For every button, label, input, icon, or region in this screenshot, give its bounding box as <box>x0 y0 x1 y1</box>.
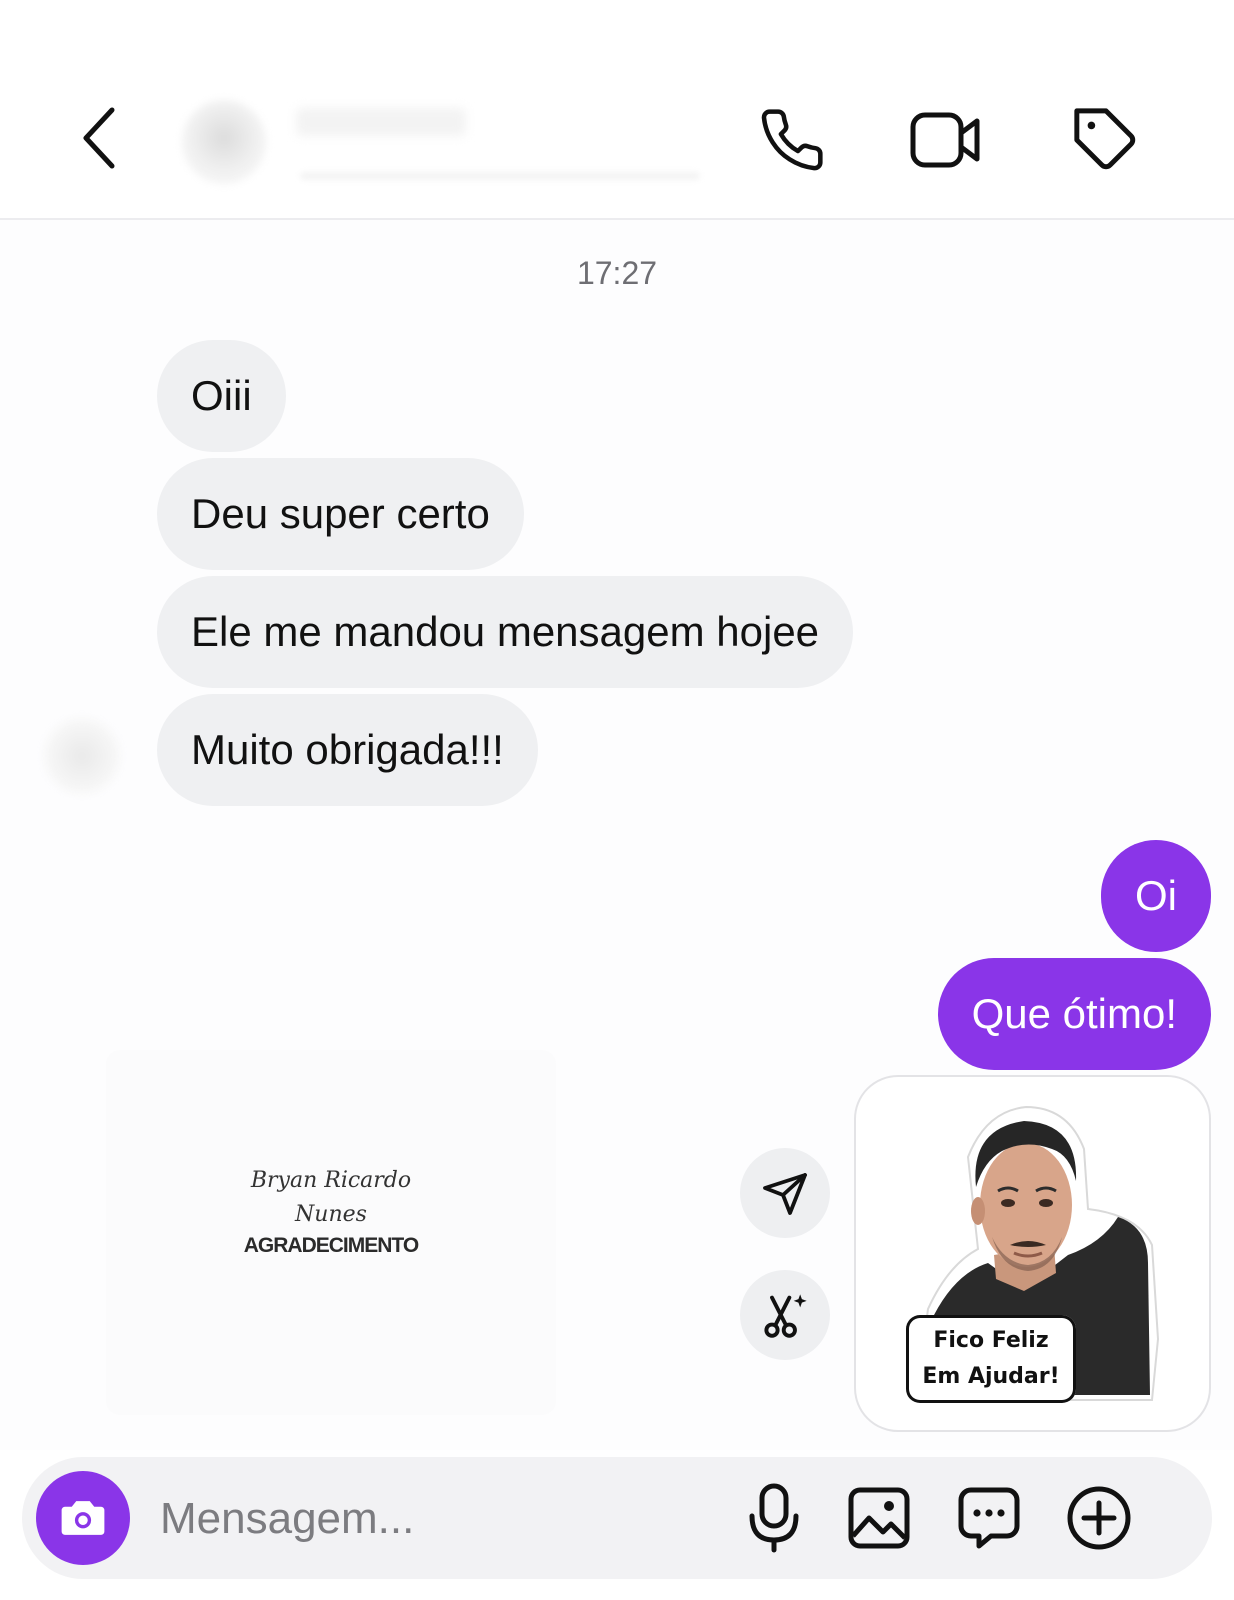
message-text: Oiii <box>191 372 252 419</box>
call-button[interactable] <box>754 102 830 178</box>
message-text: Ele me mandou mensagem hojee <box>191 608 820 655</box>
contact-name[interactable] <box>296 108 466 136</box>
message-timestamp: 17:27 <box>576 255 658 291</box>
chat-header <box>0 0 1234 220</box>
chevron-left-icon <box>83 107 115 169</box>
image-icon <box>848 1487 910 1549</box>
chat-bubble-icon <box>958 1487 1020 1549</box>
message-composer <box>22 1457 1212 1579</box>
outgoing-message[interactable]: Oi <box>1101 840 1211 952</box>
contact-subtitle <box>300 172 700 180</box>
gallery-button[interactable] <box>844 1481 914 1555</box>
microphone-icon <box>749 1483 799 1553</box>
shared-image[interactable]: Bryan Ricardo Nunes AGRADECIMENTO <box>106 1050 556 1415</box>
incoming-message[interactable]: Muito obrigada!!! <box>157 694 538 806</box>
signature-surname: Nunes <box>295 1202 367 1227</box>
message-text: Deu super certo <box>191 490 490 537</box>
sticker-message[interactable]: Fico Feliz Em Ajudar! <box>854 1075 1211 1432</box>
message-text: Muito obrigada!!! <box>191 726 504 773</box>
sticker-button[interactable] <box>954 1481 1024 1555</box>
tag-button[interactable] <box>1066 100 1146 180</box>
tag-icon <box>1074 108 1136 170</box>
incoming-message[interactable]: Deu super certo <box>157 458 524 570</box>
send-icon <box>763 1173 807 1215</box>
caption-line: Fico Feliz <box>933 1328 1049 1353</box>
phone-icon <box>761 109 823 171</box>
contact-avatar[interactable] <box>182 100 266 184</box>
card-title: AGRADECIMENTO <box>243 1234 419 1257</box>
scissors-sparkle-icon <box>764 1294 807 1338</box>
incoming-message[interactable]: Oiii <box>157 340 286 452</box>
plus-circle-icon <box>1067 1486 1131 1550</box>
video-camera-icon <box>910 112 980 168</box>
forward-button[interactable] <box>740 1148 830 1238</box>
video-call-button[interactable] <box>906 102 986 178</box>
incoming-message[interactable]: Ele me mandou mensagem hojee <box>157 576 854 688</box>
cutout-button[interactable] <box>740 1270 830 1360</box>
camera-icon <box>61 1501 105 1535</box>
message-text: Oi <box>1135 872 1177 919</box>
message-text: Que ótimo! <box>971 990 1177 1037</box>
voice-message-button[interactable] <box>742 1479 806 1557</box>
caption-line: Em Ajudar! <box>922 1364 1060 1389</box>
more-options-button[interactable] <box>1064 1481 1134 1555</box>
outgoing-message[interactable]: Que ótimo! <box>937 958 1211 1070</box>
signature-name: Bryan Ricardo <box>250 1168 412 1193</box>
back-button[interactable] <box>70 100 130 176</box>
sticker-caption: Fico Feliz Em Ajudar! <box>906 1315 1076 1403</box>
message-input[interactable] <box>158 1481 722 1557</box>
sender-avatar[interactable] <box>44 718 120 794</box>
camera-button[interactable] <box>36 1471 130 1565</box>
